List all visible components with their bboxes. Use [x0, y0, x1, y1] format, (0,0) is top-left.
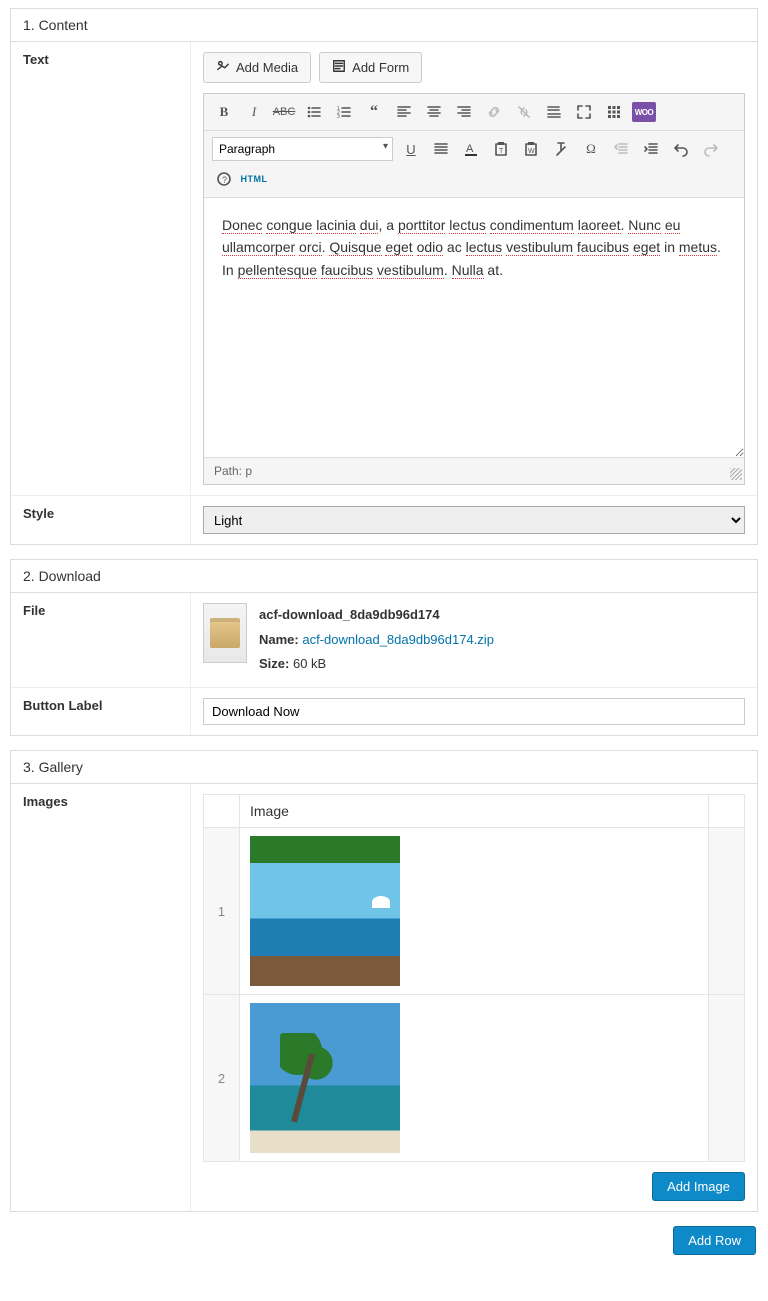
gallery-table: Image 12 — [203, 794, 745, 1162]
wysiwyg-editor: B I ABC 123 “ WOO — [203, 93, 745, 485]
section-gallery: 3. Gallery Images Image 12 Add Image — [10, 750, 758, 1212]
toolbar-row-2: U A T W Ω ? HTML — [204, 131, 744, 198]
gallery-col-actions — [709, 795, 745, 828]
field-text-control: Add Media Add Form B I ABC 123 “ — [191, 42, 757, 495]
row-actions[interactable] — [709, 995, 745, 1162]
strikethrough-icon[interactable]: ABC — [272, 100, 296, 124]
media-icon — [216, 59, 230, 76]
svg-text:3: 3 — [337, 114, 340, 120]
row-number[interactable]: 2 — [204, 995, 240, 1162]
svg-text:T: T — [499, 148, 504, 155]
italic-icon[interactable]: I — [242, 100, 266, 124]
paste-word-icon[interactable]: W — [519, 137, 543, 161]
add-row-button[interactable]: Add Row — [673, 1226, 756, 1255]
align-right-icon[interactable] — [452, 100, 476, 124]
add-media-button[interactable]: Add Media — [203, 52, 311, 83]
table-row: 2 — [204, 995, 745, 1162]
field-style-label: Style — [11, 496, 191, 544]
package-icon — [210, 618, 240, 648]
unlink-icon[interactable] — [512, 100, 536, 124]
align-left-icon[interactable] — [392, 100, 416, 124]
style-select[interactable]: Light — [203, 506, 745, 534]
add-image-button[interactable]: Add Image — [652, 1172, 745, 1201]
fullscreen-icon[interactable] — [572, 100, 596, 124]
gallery-image-thumb[interactable] — [250, 1003, 400, 1153]
paragraph-select-wrap[interactable] — [212, 137, 393, 161]
file-meta: acf-download_8da9db96d174 Name: acf-down… — [259, 603, 494, 677]
add-form-button[interactable]: Add Form — [319, 52, 422, 83]
link-icon[interactable] — [482, 100, 506, 124]
outdent-icon[interactable] — [609, 137, 633, 161]
row-actions[interactable] — [709, 828, 745, 995]
form-icon — [332, 59, 346, 76]
field-button-label-label: Button Label — [11, 688, 191, 735]
html-icon[interactable]: HTML — [242, 167, 266, 191]
field-file: File acf-download_8da9db96d174 Name: acf… — [11, 593, 757, 688]
redo-icon[interactable] — [699, 137, 723, 161]
section-content: 1. Content Text Add Media Add Form — [10, 8, 758, 545]
help-icon[interactable]: ? — [212, 167, 236, 191]
svg-text:?: ? — [222, 175, 227, 185]
add-form-label: Add Form — [352, 60, 409, 75]
field-text-label: Text — [11, 42, 191, 495]
align-justify-icon[interactable] — [429, 137, 453, 161]
field-style: Style Light — [11, 496, 757, 544]
file-thumbnail[interactable] — [203, 603, 247, 663]
field-text: Text Add Media Add Form — [11, 42, 757, 496]
file-name-label: Name: — [259, 632, 299, 647]
table-row: 1 — [204, 828, 745, 995]
align-center-icon[interactable] — [422, 100, 446, 124]
file-title: acf-download_8da9db96d174 — [259, 607, 440, 622]
paste-text-icon[interactable]: T — [489, 137, 513, 161]
woo-icon[interactable]: WOO — [632, 102, 656, 122]
svg-text:A: A — [466, 143, 474, 155]
field-button-label: Button Label — [11, 688, 757, 735]
toolbar-toggle-icon[interactable] — [602, 100, 626, 124]
field-file-label: File — [11, 593, 191, 687]
toolbar-row-1: B I ABC 123 “ WOO — [204, 94, 744, 131]
editor-textarea[interactable]: Donec congue lacinia dui, a porttitor le… — [204, 198, 744, 458]
special-char-icon[interactable]: Ω — [579, 137, 603, 161]
bold-icon[interactable]: B — [212, 100, 236, 124]
resize-handle-icon[interactable] — [730, 468, 742, 480]
section-gallery-title: 3. Gallery — [11, 751, 757, 784]
add-media-label: Add Media — [236, 60, 298, 75]
svg-text:W: W — [528, 148, 535, 155]
bullet-list-icon[interactable] — [302, 100, 326, 124]
file-size-value: 60 kB — [293, 656, 326, 671]
text-color-icon[interactable]: A — [459, 137, 483, 161]
undo-icon[interactable] — [669, 137, 693, 161]
section-content-title: 1. Content — [11, 9, 757, 42]
underline-icon[interactable]: U — [399, 137, 423, 161]
field-images-label: Images — [11, 784, 191, 1211]
insert-more-icon[interactable] — [542, 100, 566, 124]
row-number[interactable]: 1 — [204, 828, 240, 995]
editor-path: Path: p — [204, 458, 744, 484]
field-images: Images Image 12 Add Image — [11, 784, 757, 1211]
paragraph-select[interactable] — [212, 137, 393, 161]
gallery-col-num — [204, 795, 240, 828]
section-download-title: 2. Download — [11, 560, 757, 593]
gallery-col-image: Image — [240, 795, 709, 828]
file-name-link[interactable]: acf-download_8da9db96d174.zip — [302, 632, 494, 647]
clear-formatting-icon[interactable] — [549, 137, 573, 161]
indent-icon[interactable] — [639, 137, 663, 161]
blockquote-icon[interactable]: “ — [362, 100, 386, 124]
button-label-input[interactable] — [203, 698, 745, 725]
file-size-label: Size: — [259, 656, 289, 671]
section-download: 2. Download File acf-download_8da9db96d1… — [10, 559, 758, 736]
gallery-image-thumb[interactable] — [250, 836, 400, 986]
numbered-list-icon[interactable]: 123 — [332, 100, 356, 124]
